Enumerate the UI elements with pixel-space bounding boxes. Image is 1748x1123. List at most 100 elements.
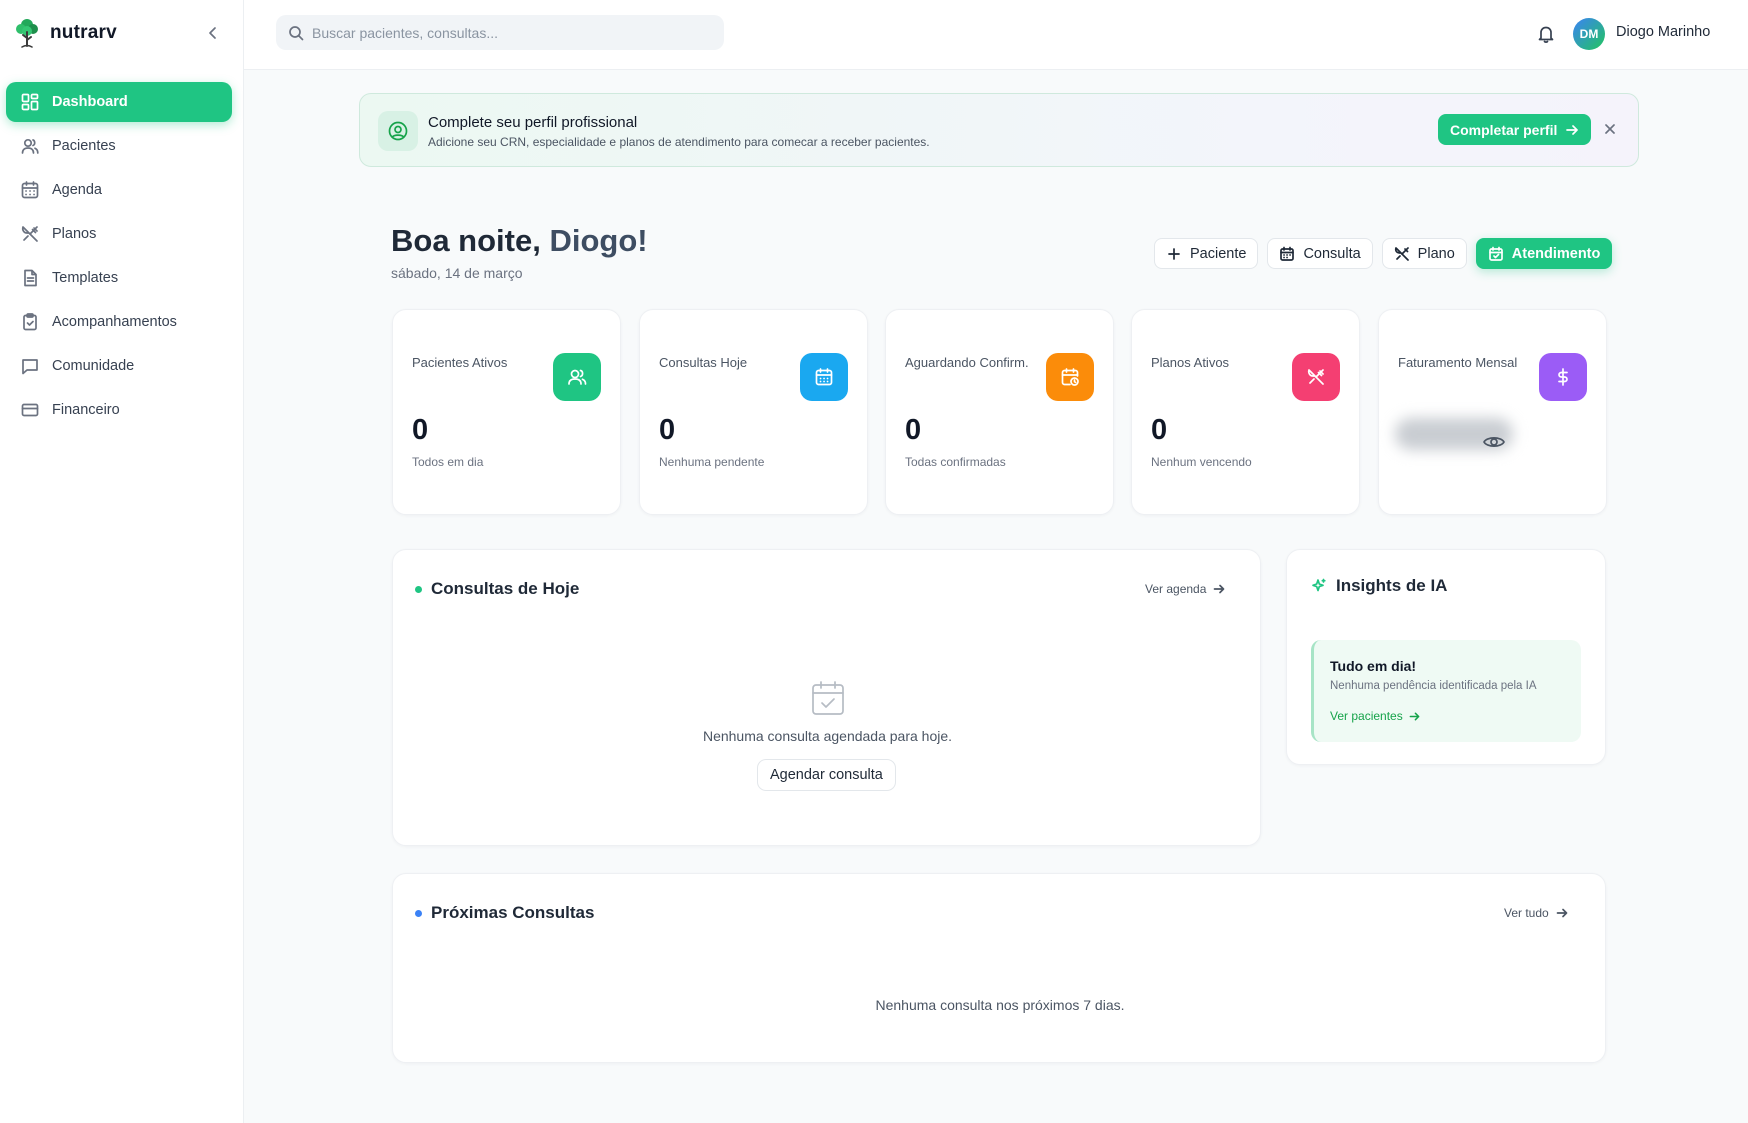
- user-name[interactable]: Diogo Marinho: [1616, 24, 1710, 40]
- message-square-icon: [22, 359, 38, 375]
- new-patient-button[interactable]: Paciente: [1154, 238, 1259, 269]
- start-session-button[interactable]: Atendimento: [1475, 238, 1613, 269]
- complete-profile-button[interactable]: Completar perfil: [1438, 114, 1592, 145]
- status-dot: [415, 909, 422, 917]
- arrow-right-icon: [1566, 124, 1579, 135]
- start-session-label: Atendimento: [1511, 245, 1601, 262]
- stat-label: Planos Ativos: [1151, 355, 1230, 370]
- stat-card-active-patients[interactable]: Pacientes Ativos 0 Todos em dia: [392, 309, 621, 515]
- tree-logo-icon: [16, 19, 38, 48]
- stat-subtext: Todos em dia: [412, 455, 484, 469]
- stat-card-monthly-revenue[interactable]: Faturamento Mensal: [1378, 309, 1607, 515]
- stat-label: Faturamento Mensal: [1398, 355, 1518, 370]
- ai-insights-panel: Insights de IA Tudo em dia! Nenhuma pend…: [1286, 549, 1606, 765]
- stat-card-active-plans[interactable]: Planos Ativos 0 Nenhum vencendo: [1131, 309, 1360, 515]
- sidebar-item-dashboard[interactable]: Dashboard: [6, 82, 232, 122]
- today-title: Consultas de Hoje: [431, 579, 580, 598]
- view-all-link[interactable]: Ver tudo: [1504, 906, 1568, 920]
- calendar-icon: [21, 181, 39, 199]
- calendar-icon: [1280, 246, 1295, 261]
- stat-value: 0: [659, 414, 676, 446]
- today-appointments-panel: Consultas de Hoje Ver agenda Nenhuma con…: [392, 549, 1261, 846]
- sidebar-item-label: Comunidade: [52, 358, 135, 374]
- utensils-icon: [1394, 246, 1409, 261]
- sidebar-item-label: Dashboard: [52, 94, 128, 110]
- new-plan-label: Plano: [1417, 245, 1455, 262]
- insight-card: Tudo em dia! Nenhuma pendência identific…: [1311, 640, 1581, 742]
- sidebar-item-templates[interactable]: Templates: [6, 258, 232, 298]
- stat-value: 0: [1151, 414, 1168, 446]
- search-box[interactable]: [276, 15, 724, 50]
- arrow-right-icon: [1556, 908, 1568, 918]
- new-appointment-label: Consulta: [1303, 245, 1361, 262]
- view-agenda-label: Ver agenda: [1145, 582, 1207, 596]
- profile-banner: Complete seu perfil profissional Adicion…: [359, 93, 1639, 167]
- new-patient-label: Paciente: [1190, 245, 1247, 262]
- panel-title: Consultas de Hoje: [415, 579, 579, 599]
- sidebar-item-label: Pacientes: [52, 138, 116, 154]
- page-title: Boa noite, Diogo!: [391, 223, 648, 259]
- avatar[interactable]: DM: [1573, 18, 1605, 50]
- upcoming-title: Próximas Consultas: [431, 903, 595, 922]
- chevron-left-icon[interactable]: [206, 24, 220, 42]
- current-date: sábado, 14 de março: [391, 265, 523, 281]
- view-agenda-link[interactable]: Ver agenda: [1145, 582, 1225, 596]
- calendar-clock-icon: [1046, 353, 1094, 401]
- sidebar-item-acompanhamentos[interactable]: Acompanhamentos: [6, 302, 232, 342]
- view-all-label: Ver tudo: [1504, 906, 1549, 920]
- users-icon: [21, 138, 39, 154]
- sidebar-item-financeiro[interactable]: Financeiro: [6, 390, 232, 430]
- stat-value: 0: [412, 414, 429, 446]
- plus-icon: [1168, 247, 1180, 260]
- stat-card-today-appointments[interactable]: Consultas Hoje 0 Nenhuma pendente: [639, 309, 868, 515]
- greeting-name: Diogo!: [549, 223, 648, 258]
- view-patients-link[interactable]: Ver pacientes: [1330, 709, 1420, 723]
- file-text-icon: [24, 269, 37, 287]
- sidebar-item-agenda[interactable]: Agenda: [6, 170, 232, 210]
- complete-profile-label: Completar perfil: [1450, 121, 1558, 138]
- sidebar-item-pacientes[interactable]: Pacientes: [6, 126, 232, 166]
- sidebar-nav: Dashboard Pacientes Agenda Planos Templa…: [6, 82, 232, 434]
- clipboard-check-icon: [23, 313, 37, 331]
- sidebar-item-label: Financeiro: [52, 402, 120, 418]
- bell-icon[interactable]: [1537, 24, 1555, 44]
- close-icon[interactable]: [1603, 122, 1617, 136]
- upcoming-appointments-panel: Próximas Consultas Ver tudo Nenhuma cons…: [392, 873, 1606, 1063]
- stat-card-pending-confirmation[interactable]: Aguardando Confirm. 0 Todas confirmadas: [885, 309, 1114, 515]
- stat-subtext: Nenhuma pendente: [659, 455, 765, 469]
- utensils-icon: [1292, 353, 1340, 401]
- calendar-icon: [800, 353, 848, 401]
- eye-icon[interactable]: [1482, 433, 1506, 451]
- arrow-right-icon: [1214, 584, 1225, 594]
- banner-title: Complete seu perfil profissional: [428, 114, 638, 131]
- sidebar-item-planos[interactable]: Planos: [6, 214, 232, 254]
- sidebar: nutrarv Dashboard Pacientes Agenda Plano…: [0, 0, 244, 1123]
- insight-card-subtitle: Nenhuma pendência identificada pela IA: [1330, 680, 1537, 692]
- panel-title: Próximas Consultas: [415, 903, 594, 923]
- sparkles-icon: [1312, 578, 1326, 592]
- schedule-appointment-button[interactable]: Agendar consulta: [757, 759, 896, 791]
- insights-title: Insights de IA: [1336, 576, 1448, 595]
- stat-subtext: Nenhum vencendo: [1151, 455, 1252, 469]
- sidebar-item-label: Acompanhamentos: [52, 314, 177, 330]
- brand[interactable]: nutrarv: [14, 16, 117, 50]
- stat-value: 0: [905, 414, 922, 446]
- stat-label: Consultas Hoje: [659, 355, 748, 370]
- greeting-prefix: Boa noite,: [391, 223, 550, 258]
- sidebar-item-label: Agenda: [52, 182, 102, 198]
- sidebar-item-comunidade[interactable]: Comunidade: [6, 346, 232, 386]
- quick-actions: Paciente Consulta Plano Atendimento: [1154, 238, 1613, 269]
- utensils-icon: [21, 226, 38, 242]
- sidebar-item-label: Planos: [52, 226, 97, 242]
- user-circle-icon: [378, 111, 418, 151]
- new-appointment-button[interactable]: Consulta: [1267, 238, 1373, 269]
- empty-state-text: Nenhuma consulta agendada para hoje.: [702, 728, 953, 744]
- search-input[interactable]: [312, 24, 712, 41]
- users-icon: [553, 353, 601, 401]
- new-plan-button[interactable]: Plano: [1381, 238, 1467, 269]
- dashboard-icon: [21, 93, 39, 111]
- sidebar-item-label: Templates: [52, 270, 119, 286]
- status-dot: [415, 585, 422, 593]
- empty-state-text: Nenhuma consulta nos próximos 7 dias.: [875, 997, 1125, 1013]
- calendar-check-icon: [1488, 246, 1503, 261]
